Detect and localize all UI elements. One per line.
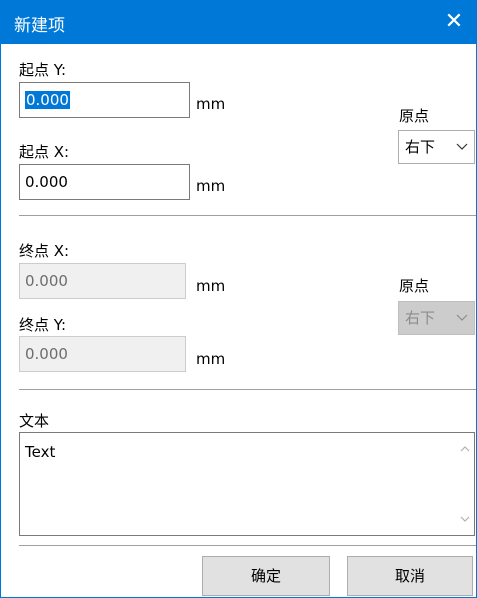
- end-y-unit: mm: [196, 350, 226, 368]
- start-x-label: 起点 X:: [19, 143, 70, 161]
- cancel-button[interactable]: 取消: [347, 556, 473, 596]
- end-x-value: 0.000: [25, 272, 68, 290]
- start-x-input[interactable]: 0.000: [19, 164, 190, 200]
- end-x-unit: mm: [196, 277, 226, 295]
- end-origin-value: 右下: [405, 309, 436, 327]
- end-y-input: 0.000: [19, 336, 186, 372]
- start-origin-label: 原点: [399, 107, 430, 125]
- end-origin-combo: 右下: [398, 301, 475, 335]
- end-x-input: 0.000: [19, 263, 186, 299]
- close-button[interactable]: ✕: [431, 0, 477, 44]
- dialog-title: 新建项: [14, 16, 65, 36]
- start-y-label: 起点 Y:: [19, 61, 66, 79]
- start-origin-value: 右下: [405, 138, 436, 156]
- vertical-scrollbar[interactable]: [456, 433, 474, 535]
- chevron-down-icon: [456, 143, 468, 150]
- ok-button[interactable]: 确定: [202, 556, 330, 596]
- end-x-label: 终点 X:: [19, 242, 70, 260]
- divider: [19, 389, 476, 390]
- close-icon: ✕: [444, 9, 464, 34]
- end-y-label: 终点 Y:: [19, 316, 66, 334]
- scroll-up-arrow-icon[interactable]: [460, 445, 470, 453]
- title-bar: 新建项 ✕: [0, 0, 477, 44]
- divider: [19, 215, 476, 216]
- start-y-unit: mm: [196, 95, 226, 113]
- text-area[interactable]: Text: [19, 432, 475, 536]
- start-x-value: 0.000: [25, 173, 68, 191]
- chevron-down-icon: [456, 314, 468, 321]
- start-origin-combo[interactable]: 右下: [398, 130, 475, 164]
- end-origin-label: 原点: [399, 277, 430, 295]
- start-y-input[interactable]: 0.000: [19, 82, 190, 118]
- text-label: 文本: [19, 412, 50, 430]
- end-y-value: 0.000: [25, 345, 68, 363]
- text-value: Text: [25, 443, 56, 461]
- divider: [19, 545, 476, 546]
- start-x-unit: mm: [196, 177, 226, 195]
- start-y-value: 0.000: [25, 91, 70, 109]
- scroll-down-arrow-icon[interactable]: [460, 515, 470, 523]
